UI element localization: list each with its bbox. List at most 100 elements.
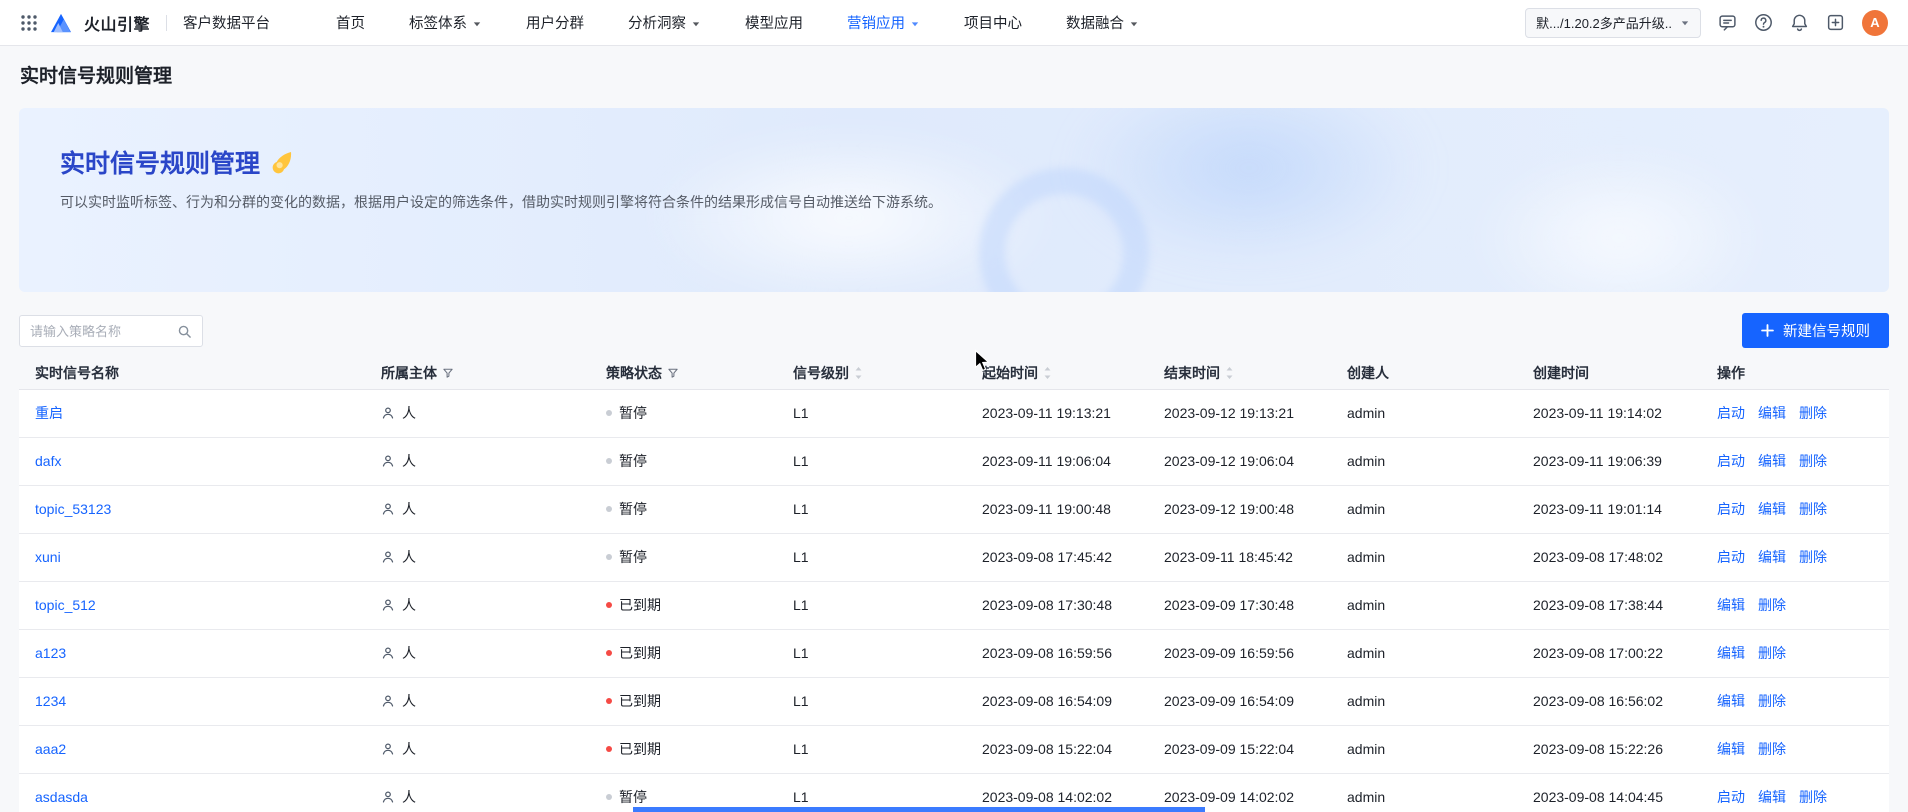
banner-title: 实时信号规则管理 (60, 144, 294, 180)
created-time: 2023-09-11 19:14:02 (1517, 389, 1701, 437)
edit-action-link[interactable]: 编辑 (1758, 405, 1786, 421)
status-label: 暂停 (619, 451, 647, 471)
create-signal-rule-button[interactable]: 新建信号规则 (1742, 313, 1889, 348)
start-action-link[interactable]: 启动 (1717, 549, 1745, 565)
person-icon (381, 694, 395, 708)
delete-action-link[interactable]: 删除 (1799, 501, 1827, 517)
creator: admin (1331, 389, 1517, 437)
nav-item-8[interactable]: 数据融合 (1066, 12, 1139, 33)
status-label: 已到期 (619, 595, 661, 615)
sort-icon[interactable] (1043, 366, 1052, 380)
table-row: topic_512人已到期L12023-09-08 17:30:482023-0… (19, 581, 1889, 629)
edit-action-link[interactable]: 编辑 (1717, 597, 1745, 613)
nav-item-7[interactable]: 项目中心 (964, 12, 1022, 33)
edit-action-link[interactable]: 编辑 (1758, 549, 1786, 565)
created-time: 2023-09-08 15:22:26 (1517, 725, 1701, 773)
nav-item-label: 分析洞察 (628, 12, 686, 33)
feedback-icon[interactable] (1718, 13, 1737, 32)
search-box[interactable] (19, 315, 203, 347)
signal-name-link[interactable]: asdasda (35, 789, 88, 805)
start-time: 2023-09-08 17:30:48 (966, 581, 1148, 629)
edit-action-link[interactable]: 编辑 (1758, 789, 1786, 805)
signal-level: L1 (777, 629, 966, 677)
delete-action-link[interactable]: 删除 (1758, 741, 1786, 757)
brand-name: 火山引擎 (84, 11, 150, 35)
signal-name-link[interactable]: 1234 (35, 693, 66, 709)
end-time: 2023-09-09 15:22:04 (1148, 725, 1331, 773)
delete-action-link[interactable]: 删除 (1758, 597, 1786, 613)
nav-item-2[interactable]: 标签体系 (409, 12, 482, 33)
signal-name-link[interactable]: topic_53123 (35, 501, 111, 517)
table-body: 重启人暂停L12023-09-11 19:13:212023-09-12 19:… (19, 389, 1889, 812)
bottom-blue-strip (633, 807, 1205, 812)
signal-name-link[interactable]: topic_512 (35, 597, 96, 613)
status-dot (606, 506, 612, 512)
subject-label: 人 (402, 691, 416, 711)
start-action-link[interactable]: 启动 (1717, 453, 1745, 469)
signal-name-link[interactable]: aaa2 (35, 741, 66, 757)
delete-action-link[interactable]: 删除 (1799, 453, 1827, 469)
column-header[interactable]: 策略状态 (590, 358, 777, 389)
signal-name-link[interactable]: a123 (35, 645, 66, 661)
subject-label: 人 (402, 643, 416, 663)
nav-item-6[interactable]: 营销应用 (847, 12, 920, 33)
delete-action-link[interactable]: 删除 (1799, 405, 1827, 421)
sort-icon[interactable] (1225, 366, 1234, 380)
edit-action-link[interactable]: 编辑 (1758, 453, 1786, 469)
nav-item-4[interactable]: 分析洞察 (628, 12, 701, 33)
start-action-link[interactable]: 启动 (1717, 501, 1745, 517)
end-time: 2023-09-09 16:54:09 (1148, 677, 1331, 725)
column-header[interactable]: 起始时间 (966, 358, 1148, 389)
column-header[interactable]: 信号级别 (777, 358, 966, 389)
edit-action-link[interactable]: 编辑 (1717, 693, 1745, 709)
nav-item-3[interactable]: 用户分群 (526, 12, 584, 33)
user-avatar[interactable]: A (1862, 10, 1888, 36)
column-header: 实时信号名称 (19, 358, 365, 389)
person-icon (381, 454, 395, 468)
column-header[interactable]: 结束时间 (1148, 358, 1331, 389)
table-row: 重启人暂停L12023-09-11 19:13:212023-09-12 19:… (19, 389, 1889, 437)
delete-action-link[interactable]: 删除 (1799, 789, 1827, 805)
signal-name-link[interactable]: dafx (35, 453, 61, 469)
edit-action-link[interactable]: 编辑 (1717, 645, 1745, 661)
edit-action-link[interactable]: 编辑 (1717, 741, 1745, 757)
search-icon[interactable] (177, 324, 192, 339)
page-title: 实时信号规则管理 (20, 61, 172, 88)
subject-label: 人 (402, 547, 416, 567)
column-header: 操作 (1701, 358, 1889, 389)
delete-action-link[interactable]: 删除 (1758, 693, 1786, 709)
notifications-bell-icon[interactable] (1790, 13, 1809, 32)
table-row: xuni人暂停L12023-09-08 17:45:422023-09-11 1… (19, 533, 1889, 581)
person-icon (381, 598, 395, 612)
signal-name-link[interactable]: 重启 (35, 405, 63, 421)
start-action-link[interactable]: 启动 (1717, 405, 1745, 421)
signal-level: L1 (777, 725, 966, 773)
column-label: 所属主体 (381, 363, 437, 383)
help-icon[interactable] (1754, 13, 1773, 32)
chevron-down-icon (1129, 19, 1139, 29)
start-time: 2023-09-08 15:22:04 (966, 725, 1148, 773)
workspace-selector[interactable]: 默.../1.20.2多产品升级.. (1525, 8, 1701, 38)
product-name: 客户数据平台 (183, 12, 270, 33)
creator: admin (1331, 581, 1517, 629)
status-label: 已到期 (619, 691, 661, 711)
app-launcher-icon[interactable] (20, 14, 38, 32)
column-label: 创建人 (1347, 363, 1389, 383)
start-action-link[interactable]: 启动 (1717, 789, 1745, 805)
sort-icon[interactable] (854, 366, 863, 380)
nav-item-1[interactable]: 首页 (336, 12, 365, 33)
subject-label: 人 (402, 595, 416, 615)
console-grid-icon[interactable] (1826, 13, 1845, 32)
created-time: 2023-09-08 17:00:22 (1517, 629, 1701, 677)
chevron-down-icon (691, 19, 701, 29)
column-header[interactable]: 所属主体 (365, 358, 590, 389)
status-label: 暂停 (619, 787, 647, 807)
delete-action-link[interactable]: 删除 (1758, 645, 1786, 661)
nav-item-5[interactable]: 模型应用 (745, 12, 803, 33)
filter-icon[interactable] (442, 367, 454, 379)
edit-action-link[interactable]: 编辑 (1758, 501, 1786, 517)
search-input[interactable] (30, 324, 171, 339)
signal-name-link[interactable]: xuni (35, 549, 61, 565)
filter-icon[interactable] (667, 367, 679, 379)
delete-action-link[interactable]: 删除 (1799, 549, 1827, 565)
